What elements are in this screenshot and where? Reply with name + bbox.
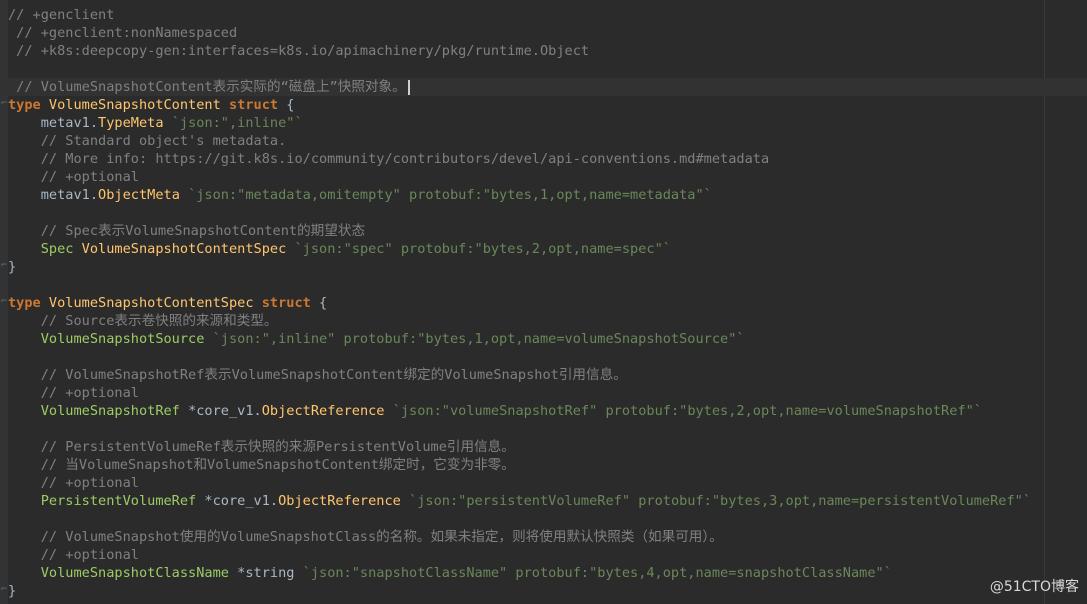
code-token: type: [8, 97, 49, 113]
code-line[interactable]: [0, 348, 1087, 366]
code-line[interactable]: [0, 60, 1087, 78]
code-token: *core_v1.: [204, 493, 279, 509]
text-caret: [407, 79, 410, 95]
code-token: ObjectMeta: [98, 187, 189, 203]
code-token: `json:",inline" protobuf:"bytes,1,opt,na…: [212, 331, 745, 347]
code-token: // VolumeSnapshotRef表示VolumeSnapshotCont…: [8, 367, 627, 383]
code-token: metav1.: [8, 115, 99, 131]
code-token: // PersistentVolumeRef表示快照的来源PersistentV…: [8, 439, 515, 455]
code-line[interactable]: // Standard object's metadata.: [0, 132, 1087, 150]
code-line[interactable]: // +k8s:deepcopy-gen:interfaces=k8s.io/a…: [0, 42, 1087, 60]
code-token: // More info: https://git.k8s.io/communi…: [8, 151, 770, 167]
code-token: `json:"persistentVolumeRef" protobuf:"by…: [409, 493, 1032, 509]
code-token: `json:"volumeSnapshotRef" protobuf:"byte…: [392, 403, 982, 419]
code-line[interactable]: // +optional: [0, 474, 1087, 492]
code-line[interactable]: VolumeSnapshotRef *core_v1.ObjectReferen…: [0, 402, 1087, 420]
code-token: // +optional: [8, 475, 139, 491]
code-token: // VolumeSnapshotContent表示实际的“磁盘上”快照对象。: [8, 79, 406, 95]
code-token: // +genclient: [8, 7, 115, 23]
code-token: ObjectReference: [261, 403, 393, 419]
code-token: VolumeSnapshotContent: [48, 97, 229, 113]
code-line[interactable]: [0, 276, 1087, 294]
fold-marker-icon[interactable]: ⌐: [1, 296, 7, 308]
code-line[interactable]: ⌐ type VolumeSnapshotContent struct {: [0, 96, 1087, 114]
code-line[interactable]: // VolumeSnapshotRef表示VolumeSnapshotCont…: [0, 366, 1087, 384]
code-token: {: [278, 97, 295, 113]
code-token: *string: [237, 565, 303, 581]
code-line[interactable]: // 当VolumeSnapshot和VolumeSnapshotContent…: [0, 456, 1087, 474]
code-line[interactable]: Spec VolumeSnapshotContentSpec `json:"sp…: [0, 240, 1087, 258]
code-token: ObjectReference: [278, 493, 410, 509]
code-token: // +genclient:nonNamespaced: [8, 25, 238, 41]
code-line[interactable]: [0, 420, 1087, 438]
code-token: PersistentVolumeRef: [8, 493, 205, 509]
code-line[interactable]: metav1.TypeMeta `json:",inline"`: [0, 114, 1087, 132]
code-line[interactable]: // +genclient: [0, 6, 1087, 24]
code-line[interactable]: [0, 510, 1087, 528]
code-token: VolumeSnapshotRef: [8, 403, 189, 419]
code-line[interactable]: ⌐}: [0, 582, 1087, 600]
code-line[interactable]: ⌐}: [0, 258, 1087, 276]
code-token: // +k8s:deepcopy-gen:interfaces=k8s.io/a…: [8, 43, 590, 59]
code-token: // 当VolumeSnapshot和VolumeSnapshotContent…: [8, 457, 515, 473]
code-token: // Source表示卷快照的来源和类型。: [8, 313, 278, 329]
code-token: }: [8, 259, 17, 275]
code-line[interactable]: // VolumeSnapshotContent表示实际的“磁盘上”快照对象。: [0, 78, 1087, 96]
code-token: VolumeSnapshotContentSpec: [81, 241, 295, 257]
code-line[interactable]: VolumeSnapshotSource `json:",inline" pro…: [0, 330, 1087, 348]
code-line[interactable]: // +optional: [0, 546, 1087, 564]
code-token: metav1.: [8, 187, 99, 203]
code-token: struct: [261, 295, 311, 311]
code-line[interactable]: [0, 204, 1087, 222]
code-token: TypeMeta: [98, 115, 172, 131]
code-line[interactable]: // +optional: [0, 168, 1087, 186]
code-token: // Standard object's metadata.: [8, 133, 287, 149]
code-token: Spec: [8, 241, 82, 257]
code-token: VolumeSnapshotClassName: [8, 565, 238, 581]
code-token: *core_v1.: [188, 403, 262, 419]
code-token: `json:"metadata,omitempty" protobuf:"byt…: [188, 187, 712, 203]
code-token: `json:"snapshotClassName" protobuf:"byte…: [302, 565, 892, 581]
code-line[interactable]: // +genclient:nonNamespaced: [0, 24, 1087, 42]
code-line[interactable]: metav1.ObjectMeta `json:"metadata,omitem…: [0, 186, 1087, 204]
code-token: // +optional: [8, 547, 139, 563]
code-token: {: [310, 295, 328, 311]
code-token: // +optional: [8, 385, 139, 401]
code-token: struct: [228, 97, 279, 113]
code-token: type: [8, 295, 49, 311]
code-token: VolumeSnapshotSource: [8, 331, 213, 347]
fold-marker-icon[interactable]: ⌐: [1, 260, 7, 272]
code-line[interactable]: ⌐ type VolumeSnapshotContentSpec struct {: [0, 294, 1087, 312]
code-line[interactable]: // PersistentVolumeRef表示快照的来源PersistentV…: [0, 438, 1087, 456]
code-line[interactable]: // More info: https://git.k8s.io/communi…: [0, 150, 1087, 168]
code-line[interactable]: // Spec表示VolumeSnapshotContent的期望状态: [0, 222, 1087, 240]
code-line[interactable]: VolumeSnapshotClassName *string `json:"s…: [0, 564, 1087, 582]
code-area[interactable]: // +genclient // +genclient:nonNamespace…: [0, 6, 1087, 600]
code-token: `json:",inline"`: [171, 115, 303, 131]
watermark-text: @51CTO博客: [989, 579, 1079, 595]
code-token: `json:"spec" protobuf:"bytes,2,opt,name=…: [294, 241, 671, 257]
code-token: // +optional: [8, 169, 139, 185]
code-token: // VolumeSnapshot使用的VolumeSnapshotClass的…: [8, 529, 723, 545]
fold-marker-icon[interactable]: ⌐: [1, 584, 7, 596]
code-line[interactable]: PersistentVolumeRef *core_v1.ObjectRefer…: [0, 492, 1087, 510]
fold-marker-icon[interactable]: ⌐: [1, 98, 7, 110]
code-token: }: [8, 583, 17, 599]
code-line[interactable]: // VolumeSnapshot使用的VolumeSnapshotClass的…: [0, 528, 1087, 546]
code-editor[interactable]: // +genclient // +genclient:nonNamespace…: [0, 0, 1087, 604]
code-token: VolumeSnapshotContentSpec: [48, 295, 262, 311]
code-token: // Spec表示VolumeSnapshotContent的期望状态: [8, 223, 366, 239]
code-line[interactable]: // +optional: [0, 384, 1087, 402]
code-line[interactable]: // Source表示卷快照的来源和类型。: [0, 312, 1087, 330]
